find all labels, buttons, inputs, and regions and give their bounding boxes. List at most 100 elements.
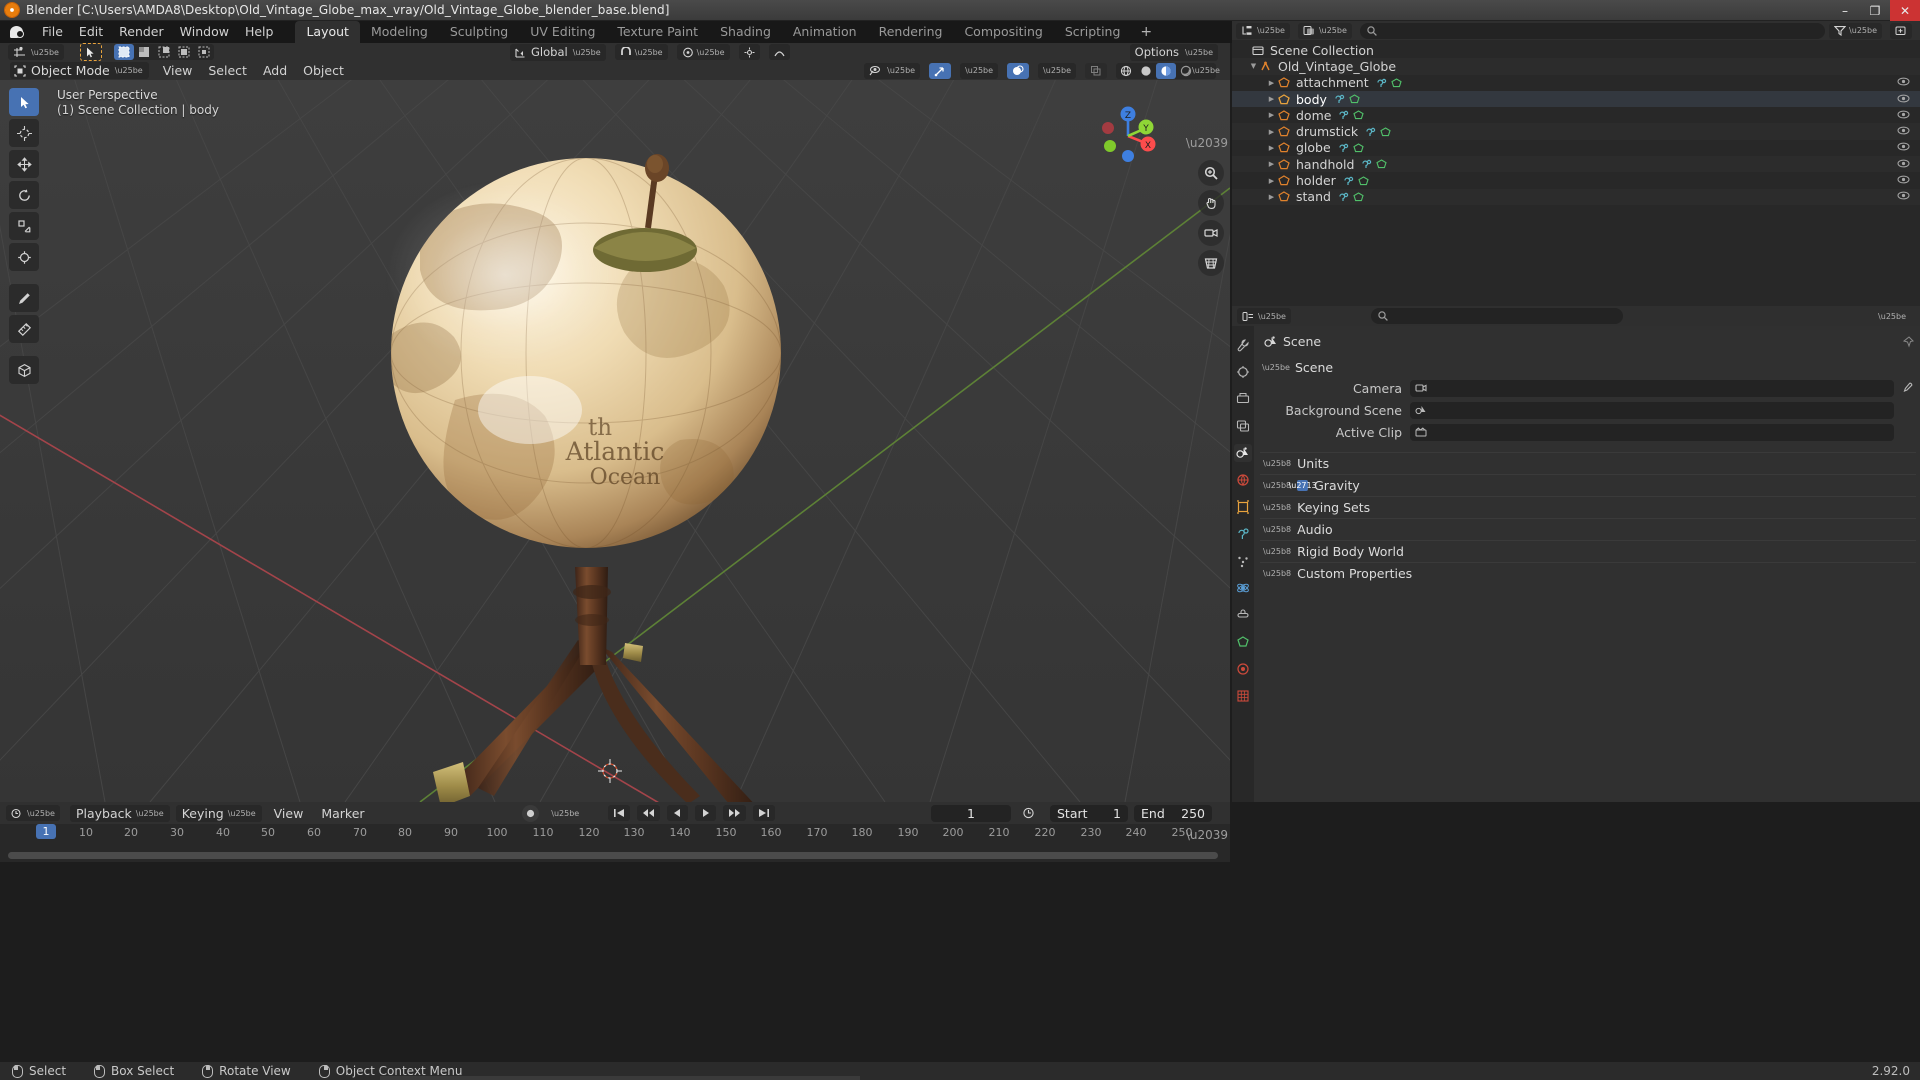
- background-scene-field[interactable]: [1410, 401, 1894, 419]
- tweak-tool-icon[interactable]: [79, 43, 102, 61]
- tab-object-data[interactable]: [1234, 633, 1252, 651]
- select-difference-icon[interactable]: [174, 44, 194, 60]
- use-preview-range-icon[interactable]: [1017, 805, 1040, 821]
- outliner-row-attachment[interactable]: ▶ attachment: [1232, 75, 1920, 91]
- menu-file[interactable]: File: [34, 22, 71, 42]
- select-intersect-icon[interactable]: [194, 44, 214, 60]
- select-subtract-icon[interactable]: [154, 44, 174, 60]
- section-keying-sets[interactable]: \u25b8 Keying Sets: [1260, 496, 1916, 518]
- timeline-menu-marker[interactable]: Marker: [315, 805, 370, 822]
- tab-view-layer[interactable]: [1234, 417, 1252, 435]
- outliner-row-globe[interactable]: ▶ globe: [1232, 140, 1920, 156]
- proportional-edit-icon[interactable]: \u25be: [676, 44, 730, 60]
- tool-measure[interactable]: [9, 315, 39, 343]
- tab-tool[interactable]: [1234, 336, 1252, 354]
- tab-layout[interactable]: Layout: [295, 21, 360, 43]
- keying-dropdown-icon[interactable]: \u25be: [546, 805, 584, 821]
- section-custom-properties[interactable]: \u25b8 Custom Properties: [1260, 562, 1916, 584]
- end-frame-field[interactable]: End 250: [1134, 804, 1212, 822]
- tab-scripting[interactable]: Scripting: [1054, 21, 1132, 43]
- snap-magnet-icon[interactable]: \u25be: [614, 44, 668, 60]
- tab-texture-paint[interactable]: Texture Paint: [606, 21, 709, 43]
- properties-editor-type-icon[interactable]: \u25be: [1237, 308, 1291, 324]
- tool-select-box[interactable]: [9, 88, 39, 116]
- expand-triangle-icon[interactable]: ▼: [1248, 62, 1259, 70]
- viewport-menu-select[interactable]: Select: [200, 62, 255, 79]
- zoom-view-button[interactable]: [1198, 160, 1224, 186]
- hide-in-viewport-icon[interactable]: [1897, 158, 1910, 171]
- timeline-expand-arrow-icon[interactable]: \u2039: [1186, 828, 1228, 842]
- tab-particles[interactable]: [1234, 552, 1252, 570]
- tab-material[interactable]: [1234, 660, 1252, 678]
- tab-scene[interactable]: [1234, 444, 1252, 462]
- outliner-filter-icon[interactable]: \u25be: [1829, 22, 1882, 39]
- camera-field[interactable]: [1410, 379, 1894, 397]
- expand-triangle-icon[interactable]: ▶: [1266, 111, 1277, 119]
- section-gravity[interactable]: \u25b8 \u2713 Gravity: [1260, 474, 1916, 496]
- tab-uv-editing[interactable]: UV Editing: [519, 21, 606, 43]
- tab-render[interactable]: [1234, 363, 1252, 381]
- blender-logo-icon[interactable]: [8, 24, 26, 40]
- timeline-menu-keying[interactable]: Keying \u25be: [175, 804, 262, 822]
- object-mode-dropdown[interactable]: Object Mode \u25be: [10, 62, 149, 79]
- tool-scale[interactable]: [9, 212, 39, 240]
- tool-move[interactable]: [9, 150, 39, 178]
- play-reverse-button[interactable]: [667, 805, 689, 821]
- hide-in-viewport-icon[interactable]: [1897, 109, 1910, 122]
- tab-modifiers[interactable]: [1234, 525, 1252, 543]
- gravity-checkbox[interactable]: \u2713: [1289, 480, 1317, 491]
- expand-triangle-icon[interactable]: ▶: [1266, 193, 1277, 201]
- outliner-display-mode-icon[interactable]: \u25be: [1297, 22, 1352, 39]
- outliner-row-body[interactable]: ▶ body: [1232, 90, 1920, 108]
- outliner-row-drumstick[interactable]: ▶ drumstick: [1232, 123, 1920, 140]
- add-workspace-button[interactable]: +: [1131, 23, 1161, 41]
- gizmo-dropdown-icon[interactable]: \u25be: [960, 62, 999, 79]
- overlays-dropdown-icon[interactable]: \u25be: [1038, 62, 1076, 79]
- pan-view-button[interactable]: [1198, 190, 1224, 216]
- tab-physics[interactable]: [1234, 579, 1252, 597]
- tab-shading[interactable]: Shading: [709, 21, 782, 43]
- tool-add-cube[interactable]: [9, 356, 39, 384]
- timeline-menu-playback[interactable]: Playback \u25be: [69, 804, 170, 822]
- pivot-point-icon[interactable]: [738, 44, 760, 60]
- hide-in-viewport-icon[interactable]: [1897, 76, 1910, 89]
- section-units[interactable]: \u25b8 Units: [1260, 452, 1916, 474]
- timeline-scrollbar-thumb[interactable]: [8, 852, 1218, 859]
- hide-in-viewport-icon[interactable]: [1897, 125, 1910, 138]
- expand-triangle-icon[interactable]: ▶: [1266, 95, 1277, 103]
- wireframe-shading-icon[interactable]: [1116, 63, 1136, 79]
- tab-modeling[interactable]: Modeling: [360, 21, 439, 43]
- sidebar-expand-arrow-icon[interactable]: \u2039: [1186, 136, 1228, 150]
- visibility-eye-icon[interactable]: \u25be: [864, 62, 921, 79]
- hide-in-viewport-icon[interactable]: [1897, 93, 1910, 106]
- select-extend-icon[interactable]: [134, 44, 154, 60]
- jump-to-start-button[interactable]: [608, 805, 631, 821]
- expand-triangle-icon[interactable]: ▶: [1266, 144, 1277, 152]
- active-clip-field[interactable]: [1410, 423, 1894, 441]
- tab-constraints[interactable]: [1234, 606, 1252, 624]
- tool-cursor[interactable]: [9, 119, 39, 147]
- tab-animation[interactable]: Animation: [782, 21, 868, 43]
- timeline-menu-view[interactable]: View: [268, 805, 310, 822]
- expand-triangle-icon[interactable]: ▶: [1266, 177, 1277, 185]
- auto-keying-icon[interactable]: [522, 804, 540, 822]
- select-set-icon[interactable]: [113, 44, 134, 60]
- outliner-editor-type-icon[interactable]: \u25be: [1236, 22, 1290, 39]
- playhead[interactable]: 1: [36, 824, 56, 839]
- viewport-menu-add[interactable]: Add: [255, 62, 295, 79]
- xray-toggle-icon[interactable]: [1085, 62, 1107, 79]
- 3d-viewport[interactable]: th Atlantic Ocean SOUTH AMERICA User Per…: [0, 80, 1230, 802]
- tab-output[interactable]: [1234, 390, 1252, 408]
- menu-help[interactable]: Help: [237, 22, 282, 42]
- outliner-row-stand[interactable]: ▶ stand: [1232, 188, 1920, 205]
- tab-rendering[interactable]: Rendering: [868, 21, 954, 43]
- next-keyframe-button[interactable]: [723, 805, 747, 821]
- tool-rotate[interactable]: [9, 181, 39, 209]
- section-rigid-body-world[interactable]: \u25b8 Rigid Body World: [1260, 540, 1916, 562]
- editor-type-icon[interactable]: \u25be: [8, 44, 64, 60]
- snap-toggle-icon[interactable]: [768, 44, 790, 60]
- tool-transform[interactable]: [9, 243, 39, 271]
- tab-sculpting[interactable]: Sculpting: [439, 21, 519, 43]
- tab-world[interactable]: [1234, 471, 1252, 489]
- camera-view-button[interactable]: [1198, 220, 1224, 246]
